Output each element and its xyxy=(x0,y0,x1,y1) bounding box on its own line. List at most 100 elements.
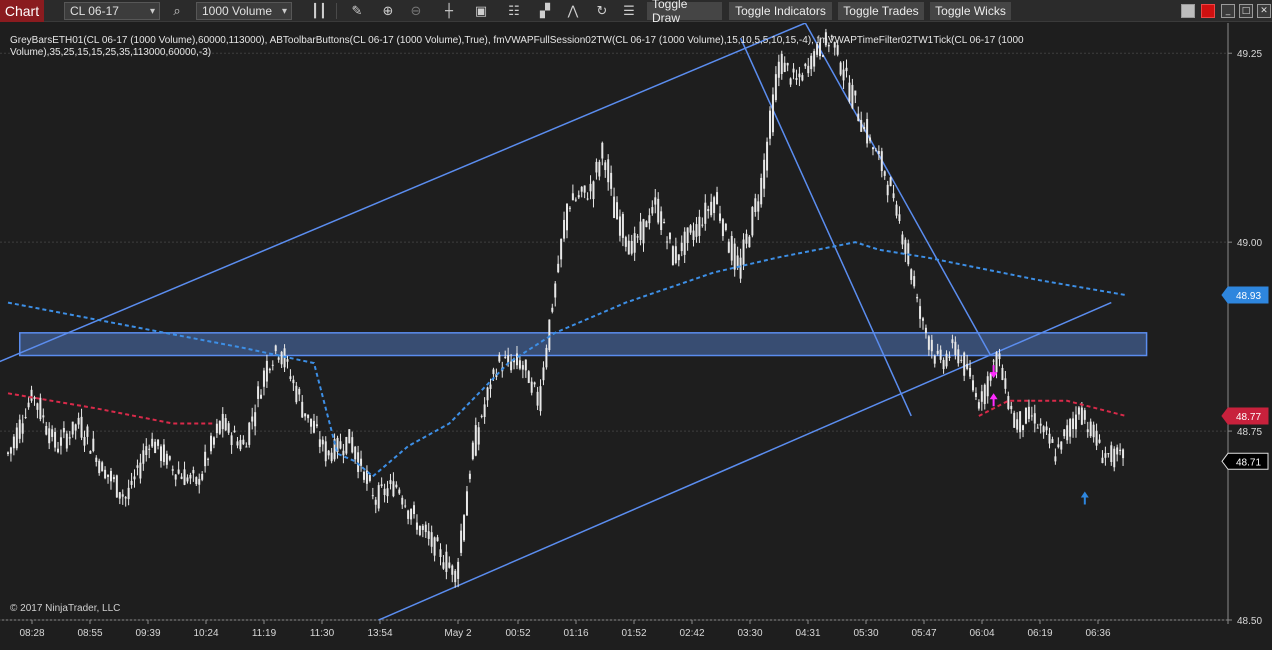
price-bar-body xyxy=(254,412,257,427)
price-bar-body xyxy=(492,369,495,375)
price-bar-body xyxy=(148,448,151,450)
price-bar-body xyxy=(42,415,45,418)
data-box-icon[interactable]: ▣ xyxy=(470,0,492,22)
chart-toolbar: Chart CL 06-17 ▾ ⌕ 1000 Volume ▾ ┃┃ ✎ ⊕ … xyxy=(0,0,1272,25)
instrument-selector[interactable]: CL 06-17 ▾ xyxy=(64,2,160,20)
minimize-icon[interactable] xyxy=(1181,4,1195,18)
price-bar-body xyxy=(1019,411,1022,433)
price-bar-body xyxy=(318,439,321,447)
price-bar-body xyxy=(127,487,130,500)
price-bar-body xyxy=(186,477,189,482)
price-bar-body xyxy=(639,221,642,241)
price-bar-body xyxy=(919,306,922,319)
toggle-wicks-button[interactable]: Toggle Wicks xyxy=(930,2,1011,20)
price-bar-body xyxy=(910,269,913,280)
properties-icon[interactable]: ☷ xyxy=(503,0,525,22)
indicators-icon[interactable]: ⋀ xyxy=(562,0,584,22)
price-bar-body xyxy=(698,216,701,236)
toggle-trades-button[interactable]: Toggle Trades xyxy=(838,2,924,20)
window-close-button[interactable]: ✕ xyxy=(1257,4,1271,18)
price-bar-body xyxy=(786,63,789,66)
price-bar-body xyxy=(921,318,924,321)
price-bar-body xyxy=(95,457,98,463)
price-bar-body xyxy=(480,415,483,417)
price-bar-body xyxy=(757,201,760,212)
price-bar-body xyxy=(59,437,62,446)
price-bar-body xyxy=(448,562,451,568)
price-bar-body xyxy=(1007,396,1010,409)
price-bar-body xyxy=(89,451,92,454)
maximize-glyph-icon: □ xyxy=(1241,6,1251,16)
price-bar-body xyxy=(1113,448,1116,468)
zoom-in-icon[interactable]: ⊕ xyxy=(377,0,399,22)
price-bar-body xyxy=(65,433,68,449)
price-bar-body xyxy=(83,437,86,446)
price-bar-body xyxy=(580,186,583,192)
price-chart[interactable]: 49.25 49.00 48.75 48.50 08:28 08:55 09:39 10:2… xyxy=(0,23,1272,650)
link-color-icon[interactable] xyxy=(1201,4,1215,18)
time-tick-label: 11:19 xyxy=(252,628,277,639)
price-bar-body xyxy=(351,437,354,453)
price-bar-body xyxy=(474,425,477,456)
price-axis[interactable]: 49.25 49.00 48.75 48.50 xyxy=(1228,49,1262,627)
time-tick-label: 08:28 xyxy=(19,628,44,639)
period-selector[interactable]: 1000 Volume ▾ xyxy=(196,2,292,20)
window-minimize-button[interactable]: _ xyxy=(1221,4,1235,18)
zoom-out-icon[interactable]: ⊖ xyxy=(405,0,427,22)
price-bar-body xyxy=(383,488,386,496)
price-bar-body xyxy=(583,185,586,193)
price-bar-body xyxy=(221,413,224,430)
price-bar-body xyxy=(212,437,215,445)
price-bar-body xyxy=(124,497,127,499)
price-bar-body xyxy=(680,242,683,252)
price-bar-body xyxy=(983,384,986,405)
price-bar-body xyxy=(1092,424,1095,438)
price-bar-body xyxy=(262,370,265,387)
toggle-draw-button[interactable]: Toggle Draw xyxy=(647,0,722,25)
price-zone-rectangle[interactable] xyxy=(19,332,1148,357)
price-bar-body xyxy=(15,427,18,449)
price-bar-body xyxy=(1048,433,1051,444)
price-bar-body xyxy=(321,439,324,445)
pencil-icon[interactable]: ✎ xyxy=(346,0,368,22)
price-bar-body xyxy=(371,495,374,497)
time-tick-label: 11:30 xyxy=(310,628,335,639)
price-bar-body xyxy=(683,231,686,255)
price-bar-body xyxy=(18,419,21,439)
price-bar-body xyxy=(1045,426,1048,431)
price-bar-body xyxy=(57,448,60,453)
price-bar-body xyxy=(718,213,721,221)
price-bar-body xyxy=(274,345,277,352)
price-bar-body xyxy=(636,236,639,238)
strategies-icon[interactable]: ▞ xyxy=(534,0,556,22)
price-bar-body xyxy=(686,227,689,244)
price-bar-body xyxy=(966,363,969,369)
price-bar-body xyxy=(39,397,42,420)
price-bar-body xyxy=(886,184,889,196)
crosshair-icon[interactable]: ┼ xyxy=(438,0,460,22)
price-bar-body xyxy=(239,440,242,450)
price-bar-body xyxy=(460,530,463,553)
time-tick-label: 05:47 xyxy=(911,628,936,639)
price-bar-body xyxy=(545,347,548,368)
price-bar-body xyxy=(233,430,236,433)
price-bar-body xyxy=(174,474,177,480)
price-bar-body xyxy=(54,431,57,448)
time-axis[interactable]: 08:28 08:55 09:39 10:24 11:19 11:30 13:54 May 2… xyxy=(19,620,1111,639)
price-bar-body xyxy=(142,450,145,464)
price-bar-body xyxy=(857,113,860,121)
toggle-indicators-button[interactable]: Toggle Indicators xyxy=(729,2,832,20)
price-bar-body xyxy=(957,349,960,364)
price-tick-label: 48.75 xyxy=(1237,427,1262,438)
templates-icon[interactable]: ☰ xyxy=(618,0,640,22)
price-bar-body xyxy=(192,470,195,474)
refresh-icon[interactable]: ↻ xyxy=(591,0,613,22)
price-bar-body xyxy=(571,193,574,201)
search-icon[interactable]: ⌕ xyxy=(166,0,188,22)
bar-style-icon[interactable]: ┃┃ xyxy=(308,0,330,22)
price-bar-body xyxy=(195,477,198,485)
chart-tab[interactable]: Chart xyxy=(0,0,44,22)
window-maximize-button[interactable]: □ xyxy=(1239,4,1253,18)
price-bar-body xyxy=(98,460,101,474)
price-bar-body xyxy=(783,62,786,72)
